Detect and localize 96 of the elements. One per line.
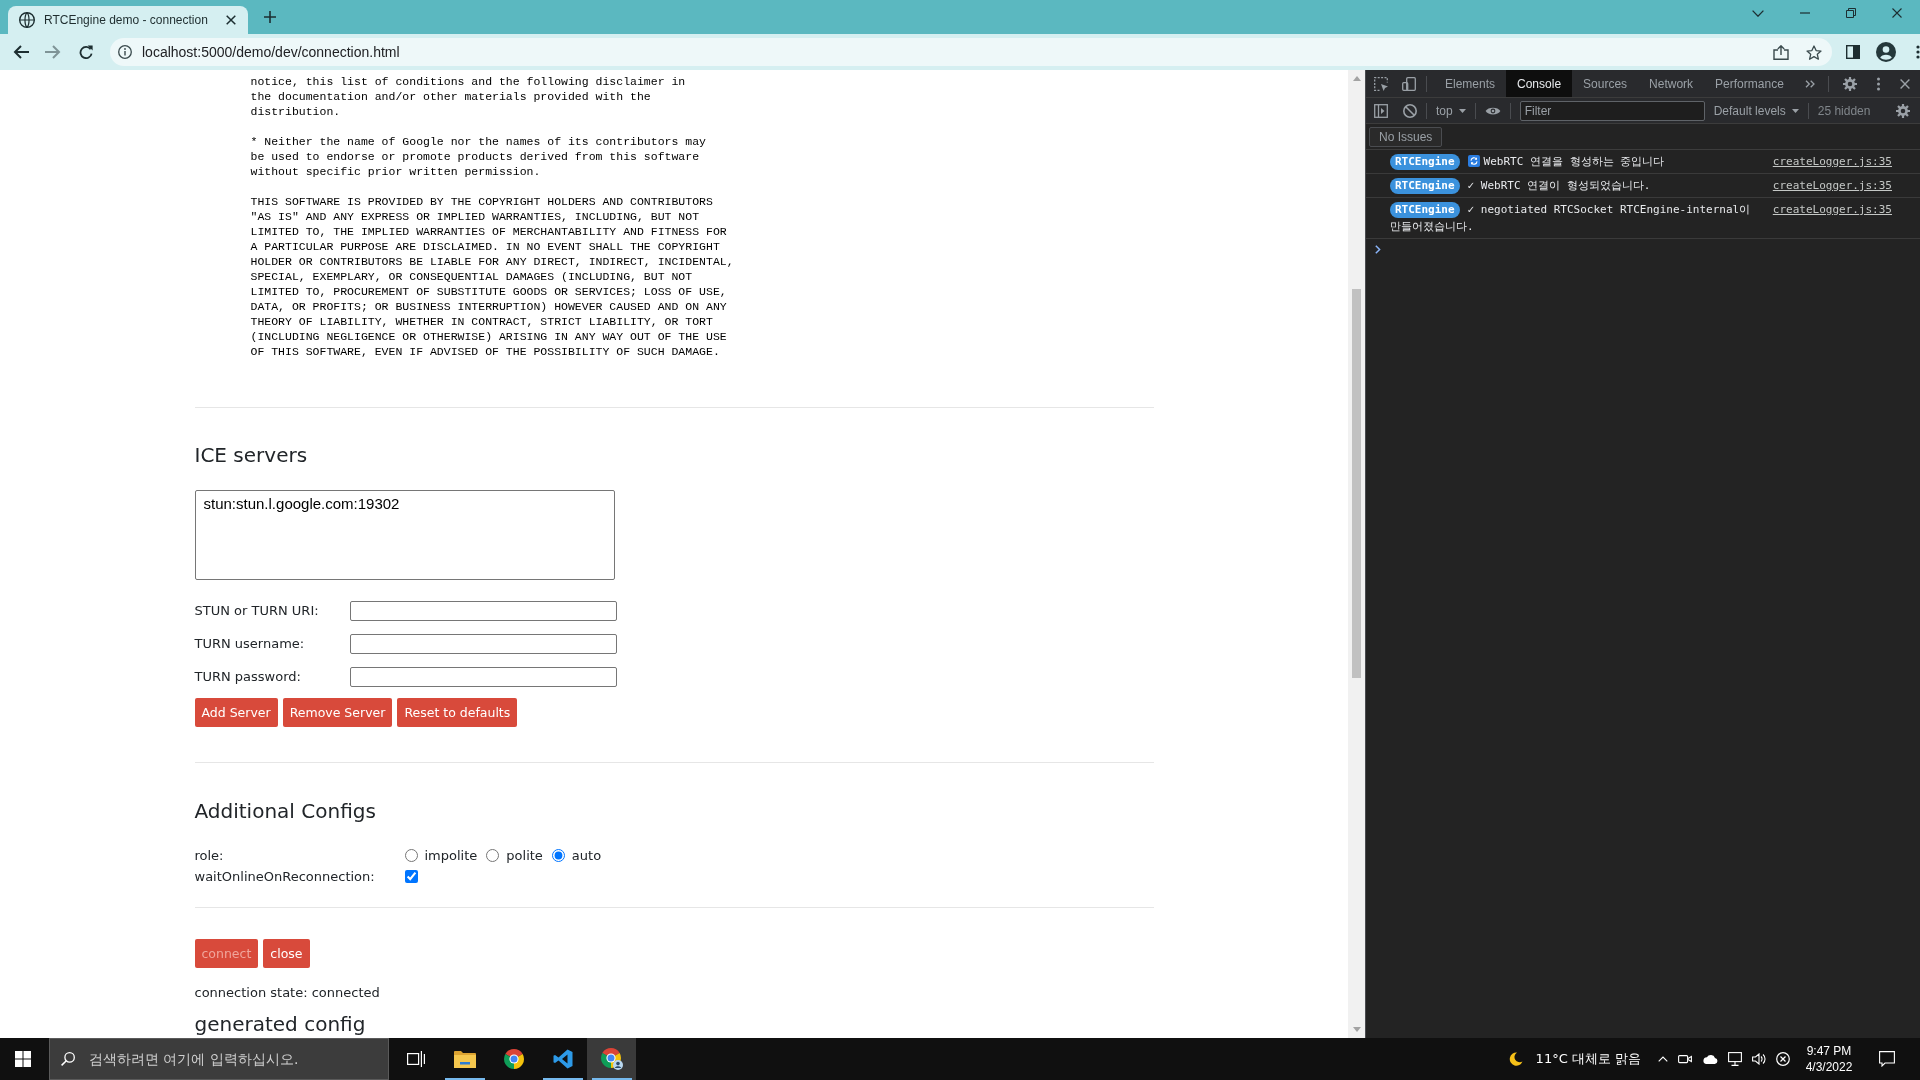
- section-heading: ICE servers: [194, 442, 309, 469]
- settings-icon[interactable]: [1896, 103, 1910, 118]
- browser-icon: [600, 1048, 623, 1070]
- close-icon[interactable]: [226, 15, 236, 25]
- forward-arrow-icon[interactable]: [45, 45, 61, 59]
- settings-icon[interactable]: [1843, 76, 1857, 91]
- servers-textarea[interactable]: stun:stun.l.google.com:19302: [194, 490, 615, 580]
- field-label: STUN or TURN URI:: [194, 602, 320, 620]
- search-icon: [61, 1052, 75, 1066]
- address-bar[interactable]: localhost:5000/demo/dev/connection.html: [110, 38, 1832, 66]
- radio-button[interactable]: [551, 849, 565, 862]
- log-message: RTCEngine ✓ WebRTC 연결이 형성되었습니다.: [1390, 177, 1770, 194]
- license-text: THIS SOFTWARE IS PROVIDED BY THE COPYRIGHT HOLDERS AND CONTRIBUTORS "AS IS" AND ANY EXPRESS OR IMPLIED WARRANTIES, INCLUDING, BUT NOT LIMITED TO, THE IMPLIED WARRANTIES OF MERCHANTABILITY AND FITNESS FOR A PARTICULAR PURPOSE ARE DISCLAIMED. IN NO EVENT SHALL THE COPYRIGHT HOLDER OR CONTRIBUTORS BE LIABLE FOR ANY DIRECT, INDIRECT, INCIDENTAL, SPECIAL, EXEMPLARY, OR CONSEQUENTIAL DAMAGES (INCLUDING, BUT NOT LIMITED TO, PROCUREMENT OF SUBSTITUTE GOODS OR SERVICES; LOSS OF USE, DATA, OR PROFITS; OR BUSINESS INTERRUPTION) HOWEVER CAUSED AND ON ANY THEORY OF LIABILITY, WHETHER IN CONTRACT, STRICT LIABILITY, OR TORT (INCLUDING NEGLIGENCE OR OTHERWISE) ARISING IN ANY WAY OUT OF THE USE OF THIS SOFTWARE, EVEN IF ADVISED OF THE POSSIBILITY OF SUCH DAMAGE.: [250, 194, 735, 359]
- action-button[interactable]: Reset to defaults: [397, 698, 518, 727]
- radio-button[interactable]: [486, 849, 500, 862]
- star-icon[interactable]: [1806, 44, 1822, 60]
- log-message: RTCEngine WebRTC 연결을 형성하는 중입니다: [1390, 153, 1770, 170]
- clock-date[interactable]: 4/3/2022: [1805, 1059, 1853, 1075]
- cloud-icon[interactable]: [1702, 1054, 1718, 1064]
- task-view-icon: [406, 1051, 425, 1067]
- action-button[interactable]: Remove Server: [282, 698, 393, 727]
- field-label: TURN username:: [194, 635, 306, 653]
- taskbar-button[interactable]: [587, 1038, 636, 1080]
- notification-icon[interactable]: [1879, 1051, 1895, 1067]
- devtools-tab[interactable]: Performance: [1704, 70, 1795, 97]
- section-heading: Additional Configs: [194, 798, 377, 825]
- hidden-count: 25 hidden: [1817, 103, 1871, 118]
- field-label: TURN password:: [194, 668, 302, 686]
- source-link[interactable]: createLogger.js:35: [1772, 153, 1892, 170]
- sidebar-icon[interactable]: [1374, 103, 1388, 118]
- levels-dropdown[interactable]: Default levels: [1713, 103, 1799, 118]
- start-icon[interactable]: [15, 1051, 31, 1067]
- weather-text[interactable]: 11°C 대체로 맑음: [1535, 1050, 1641, 1068]
- filter-field[interactable]: Filter: [1519, 100, 1705, 121]
- caret-down-icon: [1458, 108, 1466, 113]
- chevron-down-icon[interactable]: [1752, 9, 1764, 17]
- more-tabs-icon[interactable]: [1804, 79, 1815, 88]
- search-field[interactable]: 검색하려면 여기에 입력하십시오.: [49, 1038, 389, 1080]
- close-icon[interactable]: [1900, 78, 1910, 89]
- reload-icon[interactable]: [79, 45, 93, 59]
- radio-label[interactable]: auto: [571, 845, 602, 866]
- context-dropdown[interactable]: top: [1436, 103, 1466, 118]
- chevron-up-icon[interactable]: [1658, 1056, 1668, 1062]
- devtools-tab[interactable]: Network: [1638, 70, 1705, 97]
- devtools-tab[interactable]: Console: [1506, 70, 1573, 97]
- action-button[interactable]: Add Server: [194, 698, 278, 727]
- kebab-menu-icon[interactable]: [1877, 76, 1880, 91]
- kebab-menu-icon[interactable]: [1916, 45, 1920, 59]
- radio-button[interactable]: [404, 849, 418, 862]
- caret-down-icon: [1791, 108, 1799, 113]
- status-text: connection state: connected: [194, 984, 381, 1002]
- browser-icon: [503, 1049, 524, 1069]
- radio-label[interactable]: polite: [506, 845, 543, 866]
- scrollbar-thumb[interactable]: [1352, 289, 1361, 678]
- issues-button[interactable]: No Issues: [1369, 126, 1443, 147]
- moon-icon: [1508, 1052, 1523, 1066]
- checkbox[interactable]: [404, 870, 418, 883]
- info-icon[interactable]: [118, 45, 132, 59]
- scrollbar[interactable]: [1348, 70, 1365, 1038]
- network-icon[interactable]: [1728, 1052, 1742, 1066]
- action-button[interactable]: close: [263, 939, 310, 968]
- camera-icon[interactable]: [1678, 1053, 1692, 1065]
- radio-label[interactable]: impolite: [424, 845, 478, 866]
- section-heading: generated config: [194, 1012, 367, 1036]
- field-label: waitOnlineOnReconnection:: [194, 867, 376, 886]
- speaker-icon[interactable]: [1752, 1053, 1766, 1065]
- source-link[interactable]: createLogger.js:35: [1772, 177, 1892, 194]
- back-arrow-icon[interactable]: [13, 45, 29, 59]
- avatar-icon[interactable]: [1876, 42, 1896, 62]
- license-text: * Neither the name of Google nor the names of its contributors may be used to endorse or promote products derived from this software without specific prior written permission.: [250, 134, 707, 179]
- eye-icon[interactable]: [1484, 105, 1501, 116]
- license-text: notice, this list of conditions and the following disclaimer in the documentation and/or other materials provided with the distribution.: [250, 74, 687, 119]
- globe-icon: [19, 12, 35, 28]
- restore-icon[interactable]: [1846, 8, 1856, 18]
- log-message: RTCEngine ✓ negotiated RTCSocket RTCEngine-internal이 만들어졌습니다.: [1390, 201, 1752, 235]
- inspect-icon[interactable]: [1374, 76, 1388, 91]
- browser-tab[interactable]: RTCEngine demo - connection: [8, 6, 248, 34]
- devtools-tab[interactable]: Sources: [1572, 70, 1639, 97]
- side-panel-icon[interactable]: [1846, 45, 1860, 59]
- field-label: role:: [194, 846, 225, 865]
- prompt-chevron-icon[interactable]: [1375, 245, 1381, 254]
- device-icon[interactable]: [1402, 76, 1418, 91]
- source-link[interactable]: createLogger.js:35: [1772, 201, 1892, 218]
- plus-icon[interactable]: [264, 11, 276, 23]
- close-icon[interactable]: [1892, 8, 1902, 18]
- clock-time[interactable]: 9:47 PM: [1806, 1043, 1852, 1059]
- share-icon[interactable]: [1773, 44, 1789, 60]
- text-input[interactable]: [349, 601, 617, 621]
- clear-icon[interactable]: [1403, 103, 1417, 118]
- circle-x-icon[interactable]: [1776, 1052, 1790, 1066]
- devtools-tab[interactable]: Elements: [1434, 70, 1507, 97]
- sync-icon: [1467, 155, 1480, 167]
- folder-icon: [453, 1050, 476, 1068]
- code-editor-icon: [552, 1049, 573, 1069]
- text-input[interactable]: [349, 634, 617, 654]
- text-input[interactable]: [349, 667, 617, 687]
